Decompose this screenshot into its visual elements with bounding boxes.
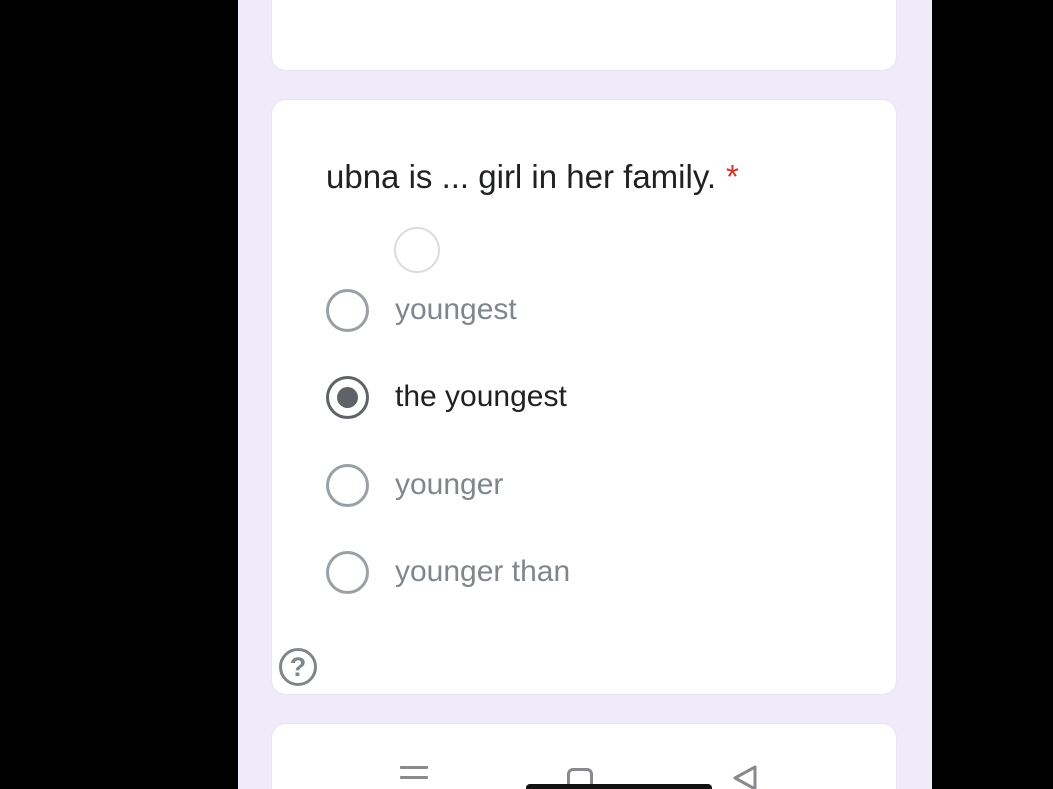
option-youngest[interactable]: youngest: [326, 287, 517, 333]
radio-unchecked-icon[interactable]: [326, 288, 369, 332]
recents-icon[interactable]: [400, 766, 428, 786]
home-indicator: [526, 784, 712, 789]
back-icon[interactable]: [731, 764, 759, 789]
option-label: youngest: [395, 293, 517, 326]
radio-dot: [337, 386, 358, 408]
previous-question-card: [272, 0, 896, 70]
required-asterisk: *: [726, 158, 739, 195]
help-icon[interactable]: ?: [279, 648, 317, 686]
question-text: ubna is ... girl in her family.: [326, 158, 717, 195]
question-card: ubna is ... girl in her family. * younges…: [272, 100, 896, 694]
radio-checked-icon[interactable]: [326, 375, 369, 419]
option-the-youngest[interactable]: the youngest: [326, 374, 567, 420]
radio-unchecked-icon[interactable]: [326, 463, 369, 507]
ghost-radio-icon: [394, 227, 440, 273]
option-label: younger than: [395, 555, 571, 588]
option-label: the youngest: [395, 380, 567, 413]
question-title: ubna is ... girl in her family. *: [326, 158, 739, 196]
option-younger-than[interactable]: younger than: [326, 549, 570, 595]
radio-unchecked-icon[interactable]: [326, 550, 369, 594]
phone-screen: ubna is ... girl in her family. * younges…: [238, 0, 932, 789]
option-label: younger: [395, 468, 504, 501]
option-younger[interactable]: younger: [326, 462, 503, 508]
